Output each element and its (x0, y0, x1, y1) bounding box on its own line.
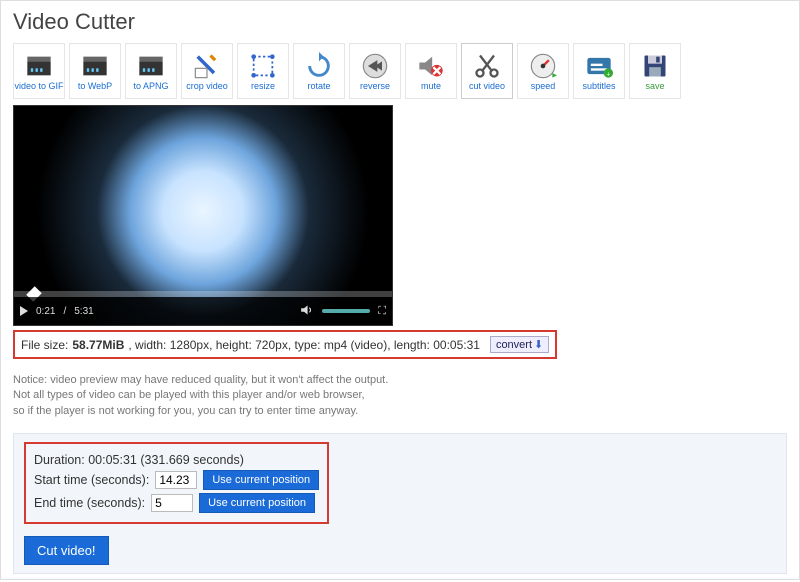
tool-label: reverse (360, 82, 390, 91)
page-title: Video Cutter (13, 9, 787, 35)
tool-label: to WebP (78, 82, 112, 91)
cut-panel: Duration: 00:05:31 (331.669 seconds) Sta… (13, 433, 787, 574)
tool-label: resize (251, 82, 275, 91)
tool-label: save (645, 82, 664, 91)
cut-video-button[interactable]: Cut video! (24, 536, 109, 565)
tool-label: cut video (469, 82, 505, 91)
tool-resize[interactable]: resize (237, 43, 289, 99)
convert-label: convert (496, 339, 532, 351)
volume-slider[interactable] (322, 309, 370, 313)
tool-label: speed (531, 82, 556, 91)
player-controls: 0:21 / 5:31 ⛶ (14, 297, 392, 325)
tool-label: rotate (307, 82, 330, 91)
toolbar: video to GIF to WebP to APNG crop video … (13, 43, 787, 99)
fullscreen-icon[interactable]: ⛶ (378, 305, 386, 318)
clapper-icon (25, 52, 53, 80)
tool-label: subtitles (582, 82, 615, 91)
tool-mute[interactable]: mute (405, 43, 457, 99)
file-info-rest: , width: 1280px, height: 720px, type: mp… (128, 338, 480, 352)
save-icon (641, 52, 669, 80)
mute-icon (417, 52, 445, 80)
rotate-icon (305, 52, 333, 80)
start-time-label: Start time (seconds): (34, 473, 149, 487)
start-time-input[interactable] (155, 471, 197, 489)
time-separator: / (63, 306, 66, 317)
subtitles-icon: + (585, 52, 613, 80)
tool-cut-video[interactable]: cut video (461, 43, 513, 99)
duration-label: Duration: 00:05:31 (331.669 seconds) (34, 453, 244, 467)
tool-to-apng[interactable]: to APNG (125, 43, 177, 99)
tool-speed[interactable]: speed (517, 43, 569, 99)
tool-to-webp[interactable]: to WebP (69, 43, 121, 99)
end-time-input[interactable] (151, 494, 193, 512)
tool-label: crop video (186, 82, 228, 91)
end-time-row: End time (seconds): Use current position (34, 493, 319, 513)
tool-save[interactable]: save (629, 43, 681, 99)
tool-subtitles[interactable]: + subtitles (573, 43, 625, 99)
volume-icon[interactable] (300, 303, 314, 320)
cut-settings-box: Duration: 00:05:31 (331.669 seconds) Sta… (24, 442, 329, 524)
total-time: 5:31 (74, 306, 93, 317)
speed-icon (529, 52, 557, 80)
use-current-end-button[interactable]: Use current position (199, 493, 315, 513)
duration-row: Duration: 00:05:31 (331.669 seconds) (34, 453, 319, 467)
clapper-icon (137, 52, 165, 80)
notice-line: Not all types of video can be played wit… (13, 388, 787, 403)
notice-line: so if the player is not working for you,… (13, 404, 787, 419)
tool-rotate[interactable]: rotate (293, 43, 345, 99)
tool-label: mute (421, 82, 441, 91)
file-size-label: File size: (21, 338, 68, 352)
file-info-row: File size: 58.77MiB , width: 1280px, hei… (13, 330, 557, 359)
current-time: 0:21 (36, 306, 55, 317)
video-player[interactable]: 0:21 / 5:31 ⛶ (13, 105, 393, 326)
svg-text:+: + (606, 71, 610, 78)
use-current-start-button[interactable]: Use current position (203, 470, 319, 490)
tool-label: to APNG (133, 82, 168, 91)
convert-button[interactable]: convert ⬇ (490, 336, 549, 353)
notice-text: Notice: video preview may have reduced q… (13, 373, 787, 419)
start-time-row: Start time (seconds): Use current positi… (34, 470, 319, 490)
resize-icon (249, 52, 277, 80)
reverse-icon (361, 52, 389, 80)
tool-reverse[interactable]: reverse (349, 43, 401, 99)
crop-icon (193, 52, 221, 80)
tool-label: video to GIF (14, 82, 63, 91)
clapper-icon (81, 52, 109, 80)
end-time-label: End time (seconds): (34, 496, 145, 510)
tool-crop-video[interactable]: crop video (181, 43, 233, 99)
notice-line: Notice: video preview may have reduced q… (13, 373, 787, 388)
file-size-value: 58.77MiB (72, 338, 124, 352)
tool-video-to-gif[interactable]: video to GIF (13, 43, 65, 99)
scissors-icon (473, 52, 501, 80)
download-icon: ⬇ (534, 338, 543, 351)
play-button[interactable] (20, 306, 28, 316)
